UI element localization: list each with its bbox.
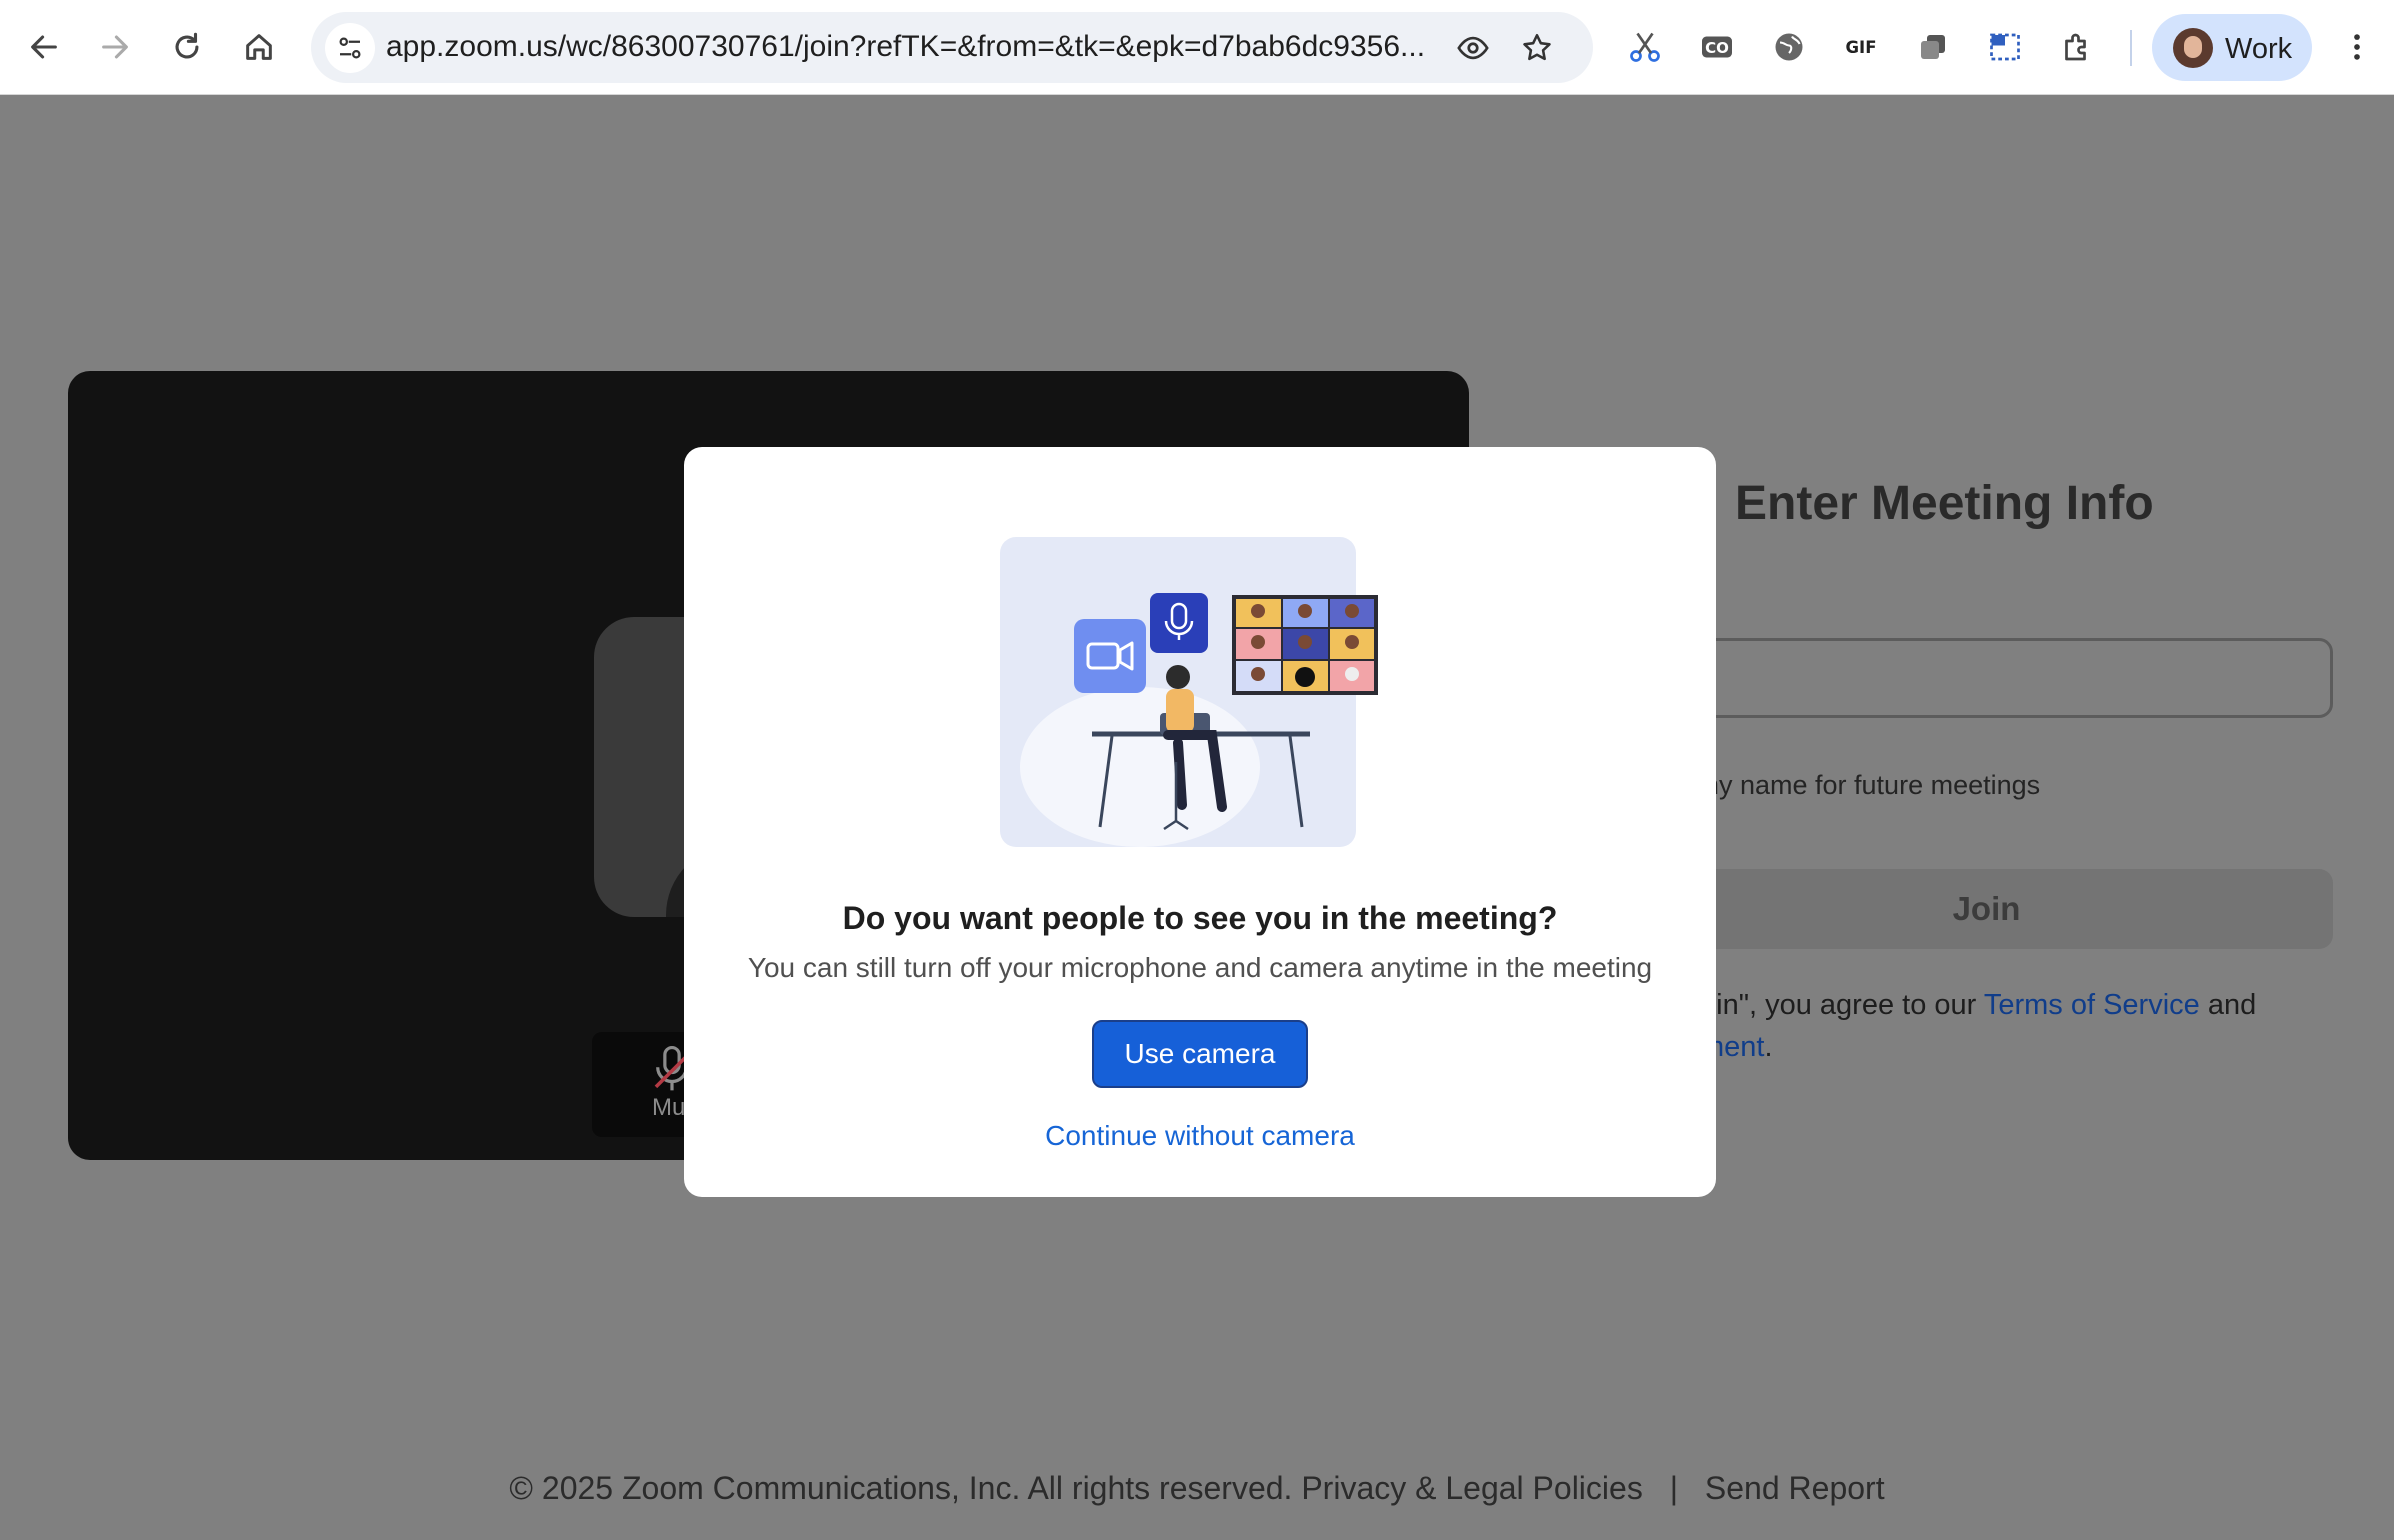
dialog-subtitle: You can still turn off your microphone a… [747, 952, 1653, 983]
extension-scissors[interactable] [1621, 23, 1669, 71]
extensions-button[interactable] [2053, 23, 2101, 71]
home-button[interactable] [231, 19, 287, 75]
scissors-icon [1630, 32, 1660, 62]
home-icon [246, 34, 272, 60]
profile-button[interactable]: Work [2152, 14, 2312, 81]
site-info-button[interactable] [325, 23, 375, 73]
url-text[interactable]: app.zoom.us/wc/86300730761/join?refTK=&f… [386, 30, 1446, 64]
back-button[interactable] [16, 19, 72, 75]
screenshot-icon [1990, 33, 2020, 61]
terms-of-service-link[interactable]: Terms of Service [1984, 989, 2200, 1021]
terms-text: oin", you agree to our Terms of Service … [1700, 984, 2256, 1068]
browser-menu-button[interactable] [2334, 24, 2380, 70]
extension-globe[interactable] [1765, 23, 1813, 71]
terms-prefix: oin", you agree to our [1700, 989, 1984, 1021]
avatar [2173, 28, 2213, 68]
mute-label: Mu [652, 1094, 686, 1121]
address-bar[interactable]: app.zoom.us/wc/86300730761/join?refTK=&f… [311, 12, 1593, 83]
globe-icon [1775, 33, 1803, 61]
extension-co[interactable]: CO [1693, 23, 1741, 71]
privacy-link[interactable]: Privacy & Legal Policies [1301, 1470, 1642, 1506]
co-icon: CO [1702, 36, 1732, 58]
send-report-link[interactable]: Send Report [1705, 1470, 1885, 1506]
join-button[interactable]: Join [1640, 869, 2333, 949]
extension-gif[interactable]: GIF [1837, 23, 1885, 71]
copy-icon [1921, 35, 1945, 59]
gif-icon: GIF [1846, 38, 1877, 57]
puzzle-icon [2065, 33, 2086, 61]
forward-button[interactable] [87, 19, 143, 75]
microphone-icon [1150, 593, 1208, 653]
meeting-illustration [1000, 537, 1378, 847]
eye-icon [1457, 36, 1489, 60]
terms-suffix: and [2199, 989, 2257, 1021]
svg-text:CO: CO [1705, 39, 1729, 57]
copyright-text: © 2025 Zoom Communications, Inc. All rig… [509, 1470, 1293, 1506]
reload-button[interactable] [159, 19, 215, 75]
continue-without-camera-link[interactable]: Continue without camera [684, 1120, 1716, 1152]
browser-toolbar: app.zoom.us/wc/86300730761/join?refTK=&f… [0, 0, 2394, 95]
terms-end: . [1764, 1031, 1773, 1063]
page-footer: © 2025 Zoom Communications, Inc. All rig… [0, 1470, 2394, 1507]
eye-button[interactable] [1451, 26, 1495, 70]
svg-text:GIF: GIF [1846, 38, 1877, 57]
page-title: Enter Meeting Info [1735, 477, 2154, 530]
profile-label: Work [2225, 33, 2293, 65]
video-camera-icon [1074, 619, 1146, 693]
dialog-title: Do you want people to see you in the mee… [842, 900, 1558, 936]
reload-icon [175, 32, 199, 59]
extension-copy[interactable] [1909, 23, 1957, 71]
more-vert-icon [2354, 34, 2360, 60]
name-input[interactable] [1640, 638, 2333, 718]
star-icon [1523, 33, 1551, 61]
toolbar-divider [2130, 30, 2132, 66]
forward-icon [102, 35, 128, 59]
extension-screenshot[interactable] [1981, 23, 2029, 71]
tune-icon [339, 37, 361, 59]
remember-name-label[interactable]: r my name for future meetings [1680, 770, 2040, 801]
bookmark-button[interactable] [1515, 26, 1559, 70]
footer-separator: | [1669, 1470, 1679, 1506]
back-icon [31, 35, 57, 59]
use-camera-button[interactable]: Use camera [1092, 1020, 1308, 1088]
camera-permission-dialog: Do you want people to see you in the mee… [684, 447, 1716, 1197]
